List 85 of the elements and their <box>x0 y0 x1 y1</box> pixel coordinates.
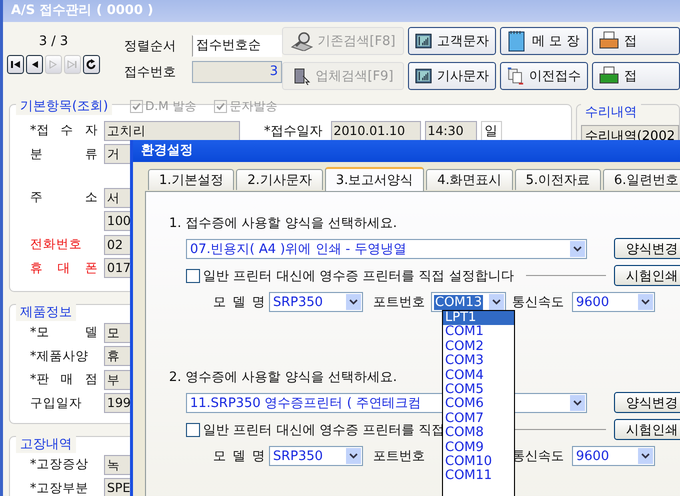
signal-icon <box>415 67 432 85</box>
arrow-icon <box>10 59 21 70</box>
checkmark-icon <box>132 102 142 110</box>
tab[interactable]: 3.보고서양식 <box>324 167 424 191</box>
test-print-button[interactable]: 시험인쇄 <box>614 265 680 286</box>
checkmark-icon <box>216 102 226 110</box>
field-label: 주 소 <box>30 189 98 206</box>
field-label: 포트번호 <box>373 448 425 465</box>
arrow-icon <box>67 59 78 70</box>
port-option[interactable]: COM4 <box>443 368 514 383</box>
port-option[interactable]: COM11 <box>443 469 514 484</box>
magnifier-icon <box>290 31 313 51</box>
toolbar-button[interactable]: 고객문자 <box>408 27 496 55</box>
tab[interactable]: 1.기본설정 <box>148 169 234 190</box>
toolbar-button[interactable]: 이전접수 <box>500 62 588 90</box>
toolbar-button[interactable]: 접 <box>592 27 680 55</box>
field-label: 휴 대 폰 <box>30 260 98 277</box>
sort-order-field[interactable]: 접수번호순 <box>192 35 282 57</box>
documents-icon <box>507 66 524 86</box>
weekday-text: 일 <box>480 121 502 141</box>
port-option[interactable]: COM3 <box>443 354 514 369</box>
toolbar-button[interactable]: 기사문자 <box>408 62 496 90</box>
port-option[interactable]: COM1 <box>443 325 514 340</box>
field-label: *접수일자 <box>264 123 322 140</box>
tab[interactable]: 4.화면표시 <box>426 169 513 190</box>
form-dropdown[interactable]: 07.빈용지( A4 )위에 인쇄 - 두영냉열 <box>186 238 587 258</box>
change-form-button[interactable]: 양식변경 <box>614 392 680 413</box>
baud-rate-dropdown[interactable]: 9600 <box>572 292 655 312</box>
text-field[interactable]: 고치리 <box>104 120 240 141</box>
window-title: A/S 접수관리 ( 0000 ) <box>3 0 680 22</box>
time-field[interactable]: 14:30 <box>424 121 476 141</box>
field-label: 포트번호 <box>373 294 425 311</box>
port-option[interactable]: COM6 <box>443 397 514 412</box>
port-option[interactable]: COM2 <box>443 340 514 354</box>
test-print-button[interactable]: 시험인쇄 <box>614 419 680 440</box>
port-option[interactable]: COM7 <box>443 412 514 426</box>
direct-printer-checkbox[interactable]: 일반 프린터 대신에 영수증 프린터를 직접 설정합니다 <box>186 266 514 284</box>
receipt-number-label: 접수번호 <box>124 64 177 81</box>
section-prompt: 2. 영수증에 사용할 양식을 선택하세요. <box>169 369 398 386</box>
section-title: 제품정보 <box>16 303 76 321</box>
field-label: 전화번호 <box>30 236 83 254</box>
toolbar-button[interactable]: 접 <box>592 62 680 90</box>
field-label: *제품사양 <box>30 348 90 365</box>
port-option[interactable]: COM9 <box>443 440 514 455</box>
signal-icon <box>415 32 432 50</box>
navigation-button[interactable] <box>7 55 24 74</box>
toolbar-button[interactable]: 메 모 장 <box>500 27 588 55</box>
port-option[interactable]: LPT1 <box>443 311 514 326</box>
refresh-button[interactable] <box>83 55 100 74</box>
date-field[interactable]: 2010.01.10 <box>330 121 420 141</box>
tab[interactable]: 6.일련번호 <box>603 169 680 190</box>
notepad-icon <box>507 30 527 52</box>
section-title: 기본항목(조회) <box>16 97 112 115</box>
section-title: 수리내역 <box>580 103 641 121</box>
tab[interactable]: 5.이전자료 <box>514 169 602 190</box>
printer-icon <box>599 66 619 86</box>
record-position: 3 / 3 <box>38 34 68 49</box>
arrow-icon <box>48 59 59 70</box>
change-form-button[interactable]: 양식변경 <box>614 238 680 259</box>
port-option[interactable]: COM10 <box>443 454 514 470</box>
field-label: *모 델 <box>30 324 98 342</box>
field-label: 통신속도 <box>512 294 564 311</box>
refresh-icon <box>86 59 97 70</box>
sort-order-label: 정렬순서 <box>124 38 177 55</box>
tab[interactable]: 2.기사문자 <box>236 169 323 190</box>
section-title: 고장내역 <box>16 435 76 453</box>
building-icon <box>292 67 311 85</box>
field-label: *접 수 자 <box>30 122 98 140</box>
field-label: *고장부분 <box>30 480 90 496</box>
model-dropdown[interactable]: SRP350 <box>269 292 363 312</box>
field-label: *고장증상 <box>30 456 90 474</box>
section-prompt: 1. 접수증에 사용할 양식을 선택하세요. <box>169 215 398 232</box>
baud-rate-dropdown[interactable]: 9600 <box>572 446 655 466</box>
navigation-button[interactable] <box>26 55 43 74</box>
field-label: 모 델 명 <box>213 294 265 311</box>
field-label: *판 매 점 <box>30 371 98 388</box>
port-dropdown[interactable]: COM13 <box>431 292 506 312</box>
model-dropdown[interactable]: SRP350 <box>269 446 363 466</box>
field-label: 구입일자 <box>30 394 83 412</box>
port-option[interactable]: COM8 <box>443 426 514 441</box>
field-label: 분 류 <box>30 146 98 163</box>
printer-icon <box>599 31 619 51</box>
field-label: 모 델 명 <box>213 448 265 465</box>
dialog-title: 환경설정 <box>133 140 680 162</box>
receipt-number-field[interactable]: 3 <box>192 61 282 83</box>
